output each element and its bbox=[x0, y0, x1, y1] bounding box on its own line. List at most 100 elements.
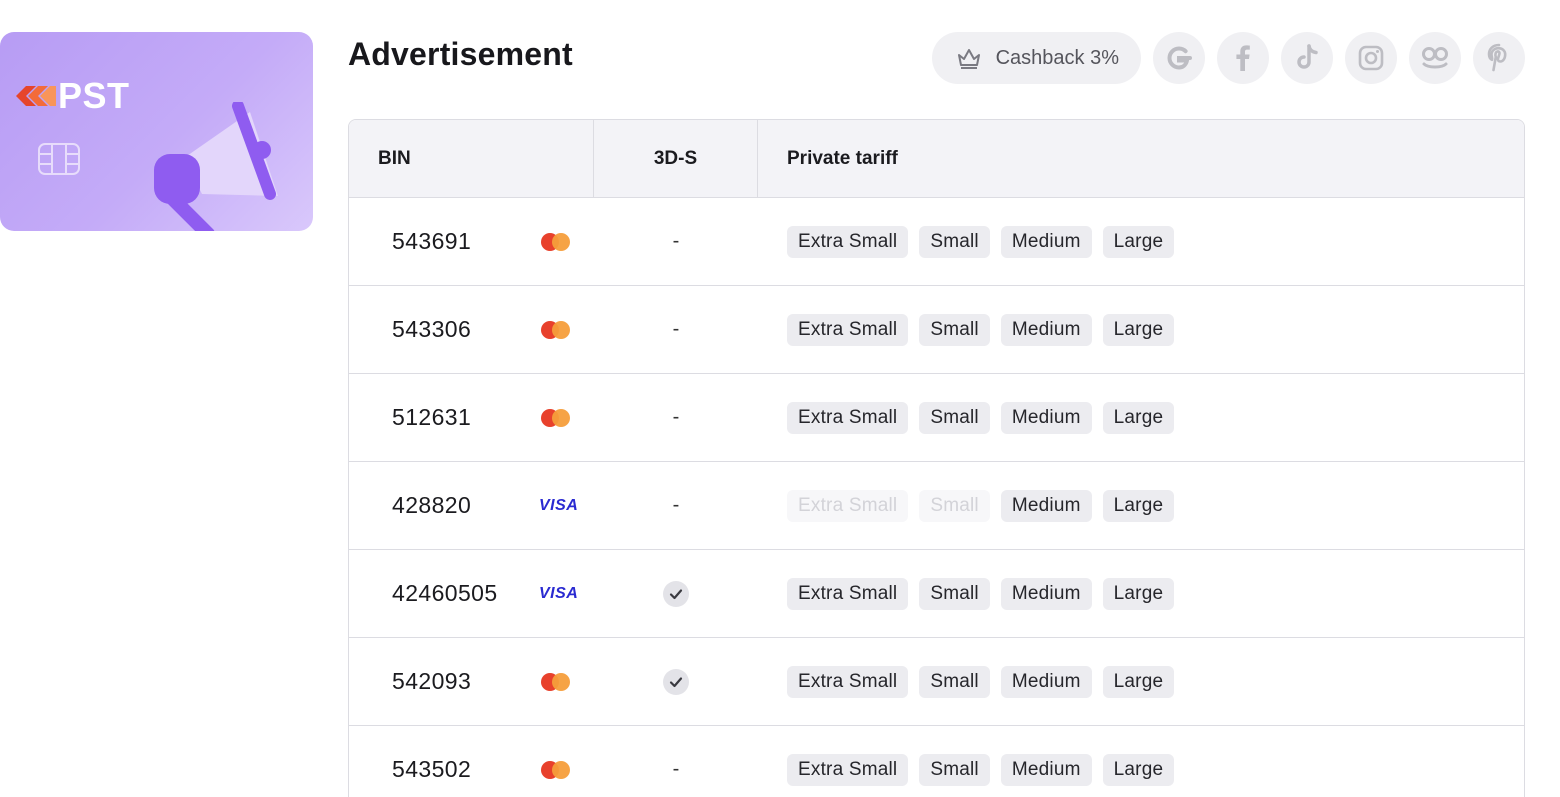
tariff-tag[interactable]: Medium bbox=[1000, 489, 1092, 522]
cell-private-tariff: Extra Small Small Medium Large bbox=[758, 665, 1175, 698]
tariff-tag[interactable]: Extra Small bbox=[787, 665, 909, 698]
facebook-icon bbox=[1236, 45, 1250, 71]
tariff-tag[interactable]: Large bbox=[1102, 401, 1175, 434]
social-tiktok[interactable] bbox=[1281, 32, 1333, 84]
cell-3ds: - bbox=[594, 318, 758, 341]
bin-number: 428820 bbox=[392, 492, 472, 518]
visa-logo-text: VISA bbox=[539, 496, 579, 514]
table-header: BIN 3D-S Private tariff bbox=[349, 120, 1524, 198]
cell-private-tariff: Extra Small Small Medium Large bbox=[758, 401, 1175, 434]
social-instagram[interactable] bbox=[1345, 32, 1397, 84]
tariff-tag[interactable]: Small bbox=[919, 577, 990, 610]
column-header-private-tariff: Private tariff bbox=[787, 147, 898, 169]
table-row[interactable]: 543691 - Extra Small Small Medium Large bbox=[349, 198, 1524, 286]
megaphone-icon bbox=[154, 102, 278, 231]
table-row[interactable]: 543502 - Extra Small Small Medium Large bbox=[349, 726, 1524, 797]
tariff-tag[interactable]: Small bbox=[919, 401, 990, 434]
cell-bin: 543691 bbox=[349, 228, 594, 255]
cell-bin: 542093 bbox=[349, 668, 594, 695]
cell-bin: 512631 bbox=[349, 404, 594, 431]
cell-bin: 42460505 VISA bbox=[349, 580, 594, 607]
cashback-button[interactable]: Cashback 3% bbox=[931, 32, 1141, 84]
mastercard-icon bbox=[541, 672, 571, 691]
cell-3ds: - bbox=[594, 406, 758, 429]
product-card-tile[interactable]: PST bbox=[0, 32, 313, 231]
column-header-bin: BIN bbox=[349, 120, 594, 197]
social-pinterest[interactable] bbox=[1473, 32, 1525, 84]
tariff-tag[interactable]: Small bbox=[919, 313, 990, 346]
table-row[interactable]: 42460505 VISA Extra Small Small Medium Large bbox=[349, 550, 1524, 638]
brand-logo: PST bbox=[14, 78, 130, 114]
cell-bin: 543306 bbox=[349, 316, 594, 343]
cell-private-tariff: Extra Small Small Medium Large bbox=[758, 489, 1175, 522]
tariff-tag[interactable]: Medium bbox=[1000, 665, 1092, 698]
cell-3ds: - bbox=[594, 758, 758, 781]
tariff-tag[interactable]: Medium bbox=[1000, 401, 1092, 434]
tariff-tag[interactable]: Small bbox=[919, 753, 990, 786]
brand-logo-text: PST bbox=[58, 75, 130, 116]
tariff-tag[interactable]: Large bbox=[1102, 225, 1175, 258]
tariff-tag[interactable]: Large bbox=[1102, 577, 1175, 610]
bin-number: 543691 bbox=[392, 228, 472, 254]
three-ds-value: - bbox=[672, 406, 680, 428]
visa-icon: VISA bbox=[539, 496, 579, 515]
bin-number: 543306 bbox=[392, 316, 472, 342]
three-ds-value: - bbox=[672, 758, 680, 780]
social-google[interactable] bbox=[1153, 32, 1205, 84]
table-row[interactable]: 542093 Extra Small Small Medium Large bbox=[349, 638, 1524, 726]
mastercard-icon bbox=[541, 232, 571, 251]
tariff-tag[interactable]: Large bbox=[1102, 313, 1175, 346]
cell-private-tariff: Extra Small Small Medium Large bbox=[758, 313, 1175, 346]
cell-bin: 543502 bbox=[349, 756, 594, 783]
table-row[interactable]: 428820 VISA - Extra Small Small Medium Large bbox=[349, 462, 1524, 550]
bin-table: BIN 3D-S Private tariff 543691 - Extra Sma… bbox=[348, 119, 1525, 797]
cell-private-tariff: Extra Small Small Medium Large bbox=[758, 225, 1175, 258]
check-icon bbox=[663, 668, 689, 695]
tariff-tag[interactable]: Extra Small bbox=[787, 313, 909, 346]
tariff-tag[interactable]: Large bbox=[1102, 753, 1175, 786]
tariff-tag[interactable]: Medium bbox=[1000, 225, 1092, 258]
three-ds-value: - bbox=[672, 494, 680, 516]
mastercard-icon bbox=[541, 320, 571, 339]
tariff-tag[interactable]: Medium bbox=[1000, 753, 1092, 786]
social-facebook[interactable] bbox=[1217, 32, 1269, 84]
visa-logo-text: VISA bbox=[539, 584, 579, 602]
table-body: 543691- Extra Small Small Medium Large 543306… bbox=[349, 198, 1524, 797]
page-title: Advertisement bbox=[348, 36, 573, 72]
tariff-tag[interactable]: Extra Small bbox=[787, 577, 909, 610]
tariff-tag[interactable]: Large bbox=[1102, 665, 1175, 698]
card-chip-icon bbox=[38, 143, 80, 175]
tariff-tag[interactable]: Extra Small bbox=[787, 401, 909, 434]
cell-private-tariff: Extra Small Small Medium Large bbox=[758, 577, 1175, 610]
bin-number: 42460505 bbox=[392, 580, 498, 606]
social-yandex-zen[interactable] bbox=[1409, 32, 1461, 84]
tariff-tag[interactable]: Medium bbox=[1000, 313, 1092, 346]
check-icon bbox=[663, 580, 689, 607]
tariff-tag[interactable]: Small bbox=[919, 225, 990, 258]
tariff-tag[interactable]: Medium bbox=[1000, 577, 1092, 610]
tariff-tag[interactable]: Extra Small bbox=[787, 225, 909, 258]
tariff-tag: Extra Small bbox=[787, 489, 909, 522]
cell-3ds bbox=[594, 580, 758, 607]
tariff-tag[interactable]: Extra Small bbox=[787, 753, 909, 786]
column-header-3ds: 3D-S bbox=[594, 120, 758, 197]
google-icon bbox=[1167, 46, 1192, 70]
table-row[interactable]: 543306 - Extra Small Small Medium Large bbox=[349, 286, 1524, 374]
cell-private-tariff: Extra Small Small Medium Large bbox=[758, 753, 1175, 786]
bin-number: 543502 bbox=[392, 756, 472, 782]
pinterest-icon bbox=[1487, 43, 1507, 72]
three-ds-value: - bbox=[672, 230, 680, 252]
crown-icon bbox=[957, 49, 980, 69]
cell-3ds bbox=[594, 668, 758, 695]
visa-icon: VISA bbox=[539, 584, 579, 603]
yandex-zen-icon bbox=[1422, 47, 1448, 69]
top-bar: Cashback 3% bbox=[931, 32, 1525, 84]
table-row[interactable]: 512631 - Extra Small Small Medium Large bbox=[349, 374, 1524, 462]
tariff-tag[interactable]: Small bbox=[919, 665, 990, 698]
cell-3ds: - bbox=[594, 230, 758, 253]
logo-mark-icon bbox=[16, 86, 56, 106]
cell-3ds: - bbox=[594, 494, 758, 517]
tariff-tag[interactable]: Large bbox=[1102, 489, 1175, 522]
tariff-tag: Small bbox=[919, 489, 990, 522]
cell-bin: 428820 VISA bbox=[349, 492, 594, 519]
